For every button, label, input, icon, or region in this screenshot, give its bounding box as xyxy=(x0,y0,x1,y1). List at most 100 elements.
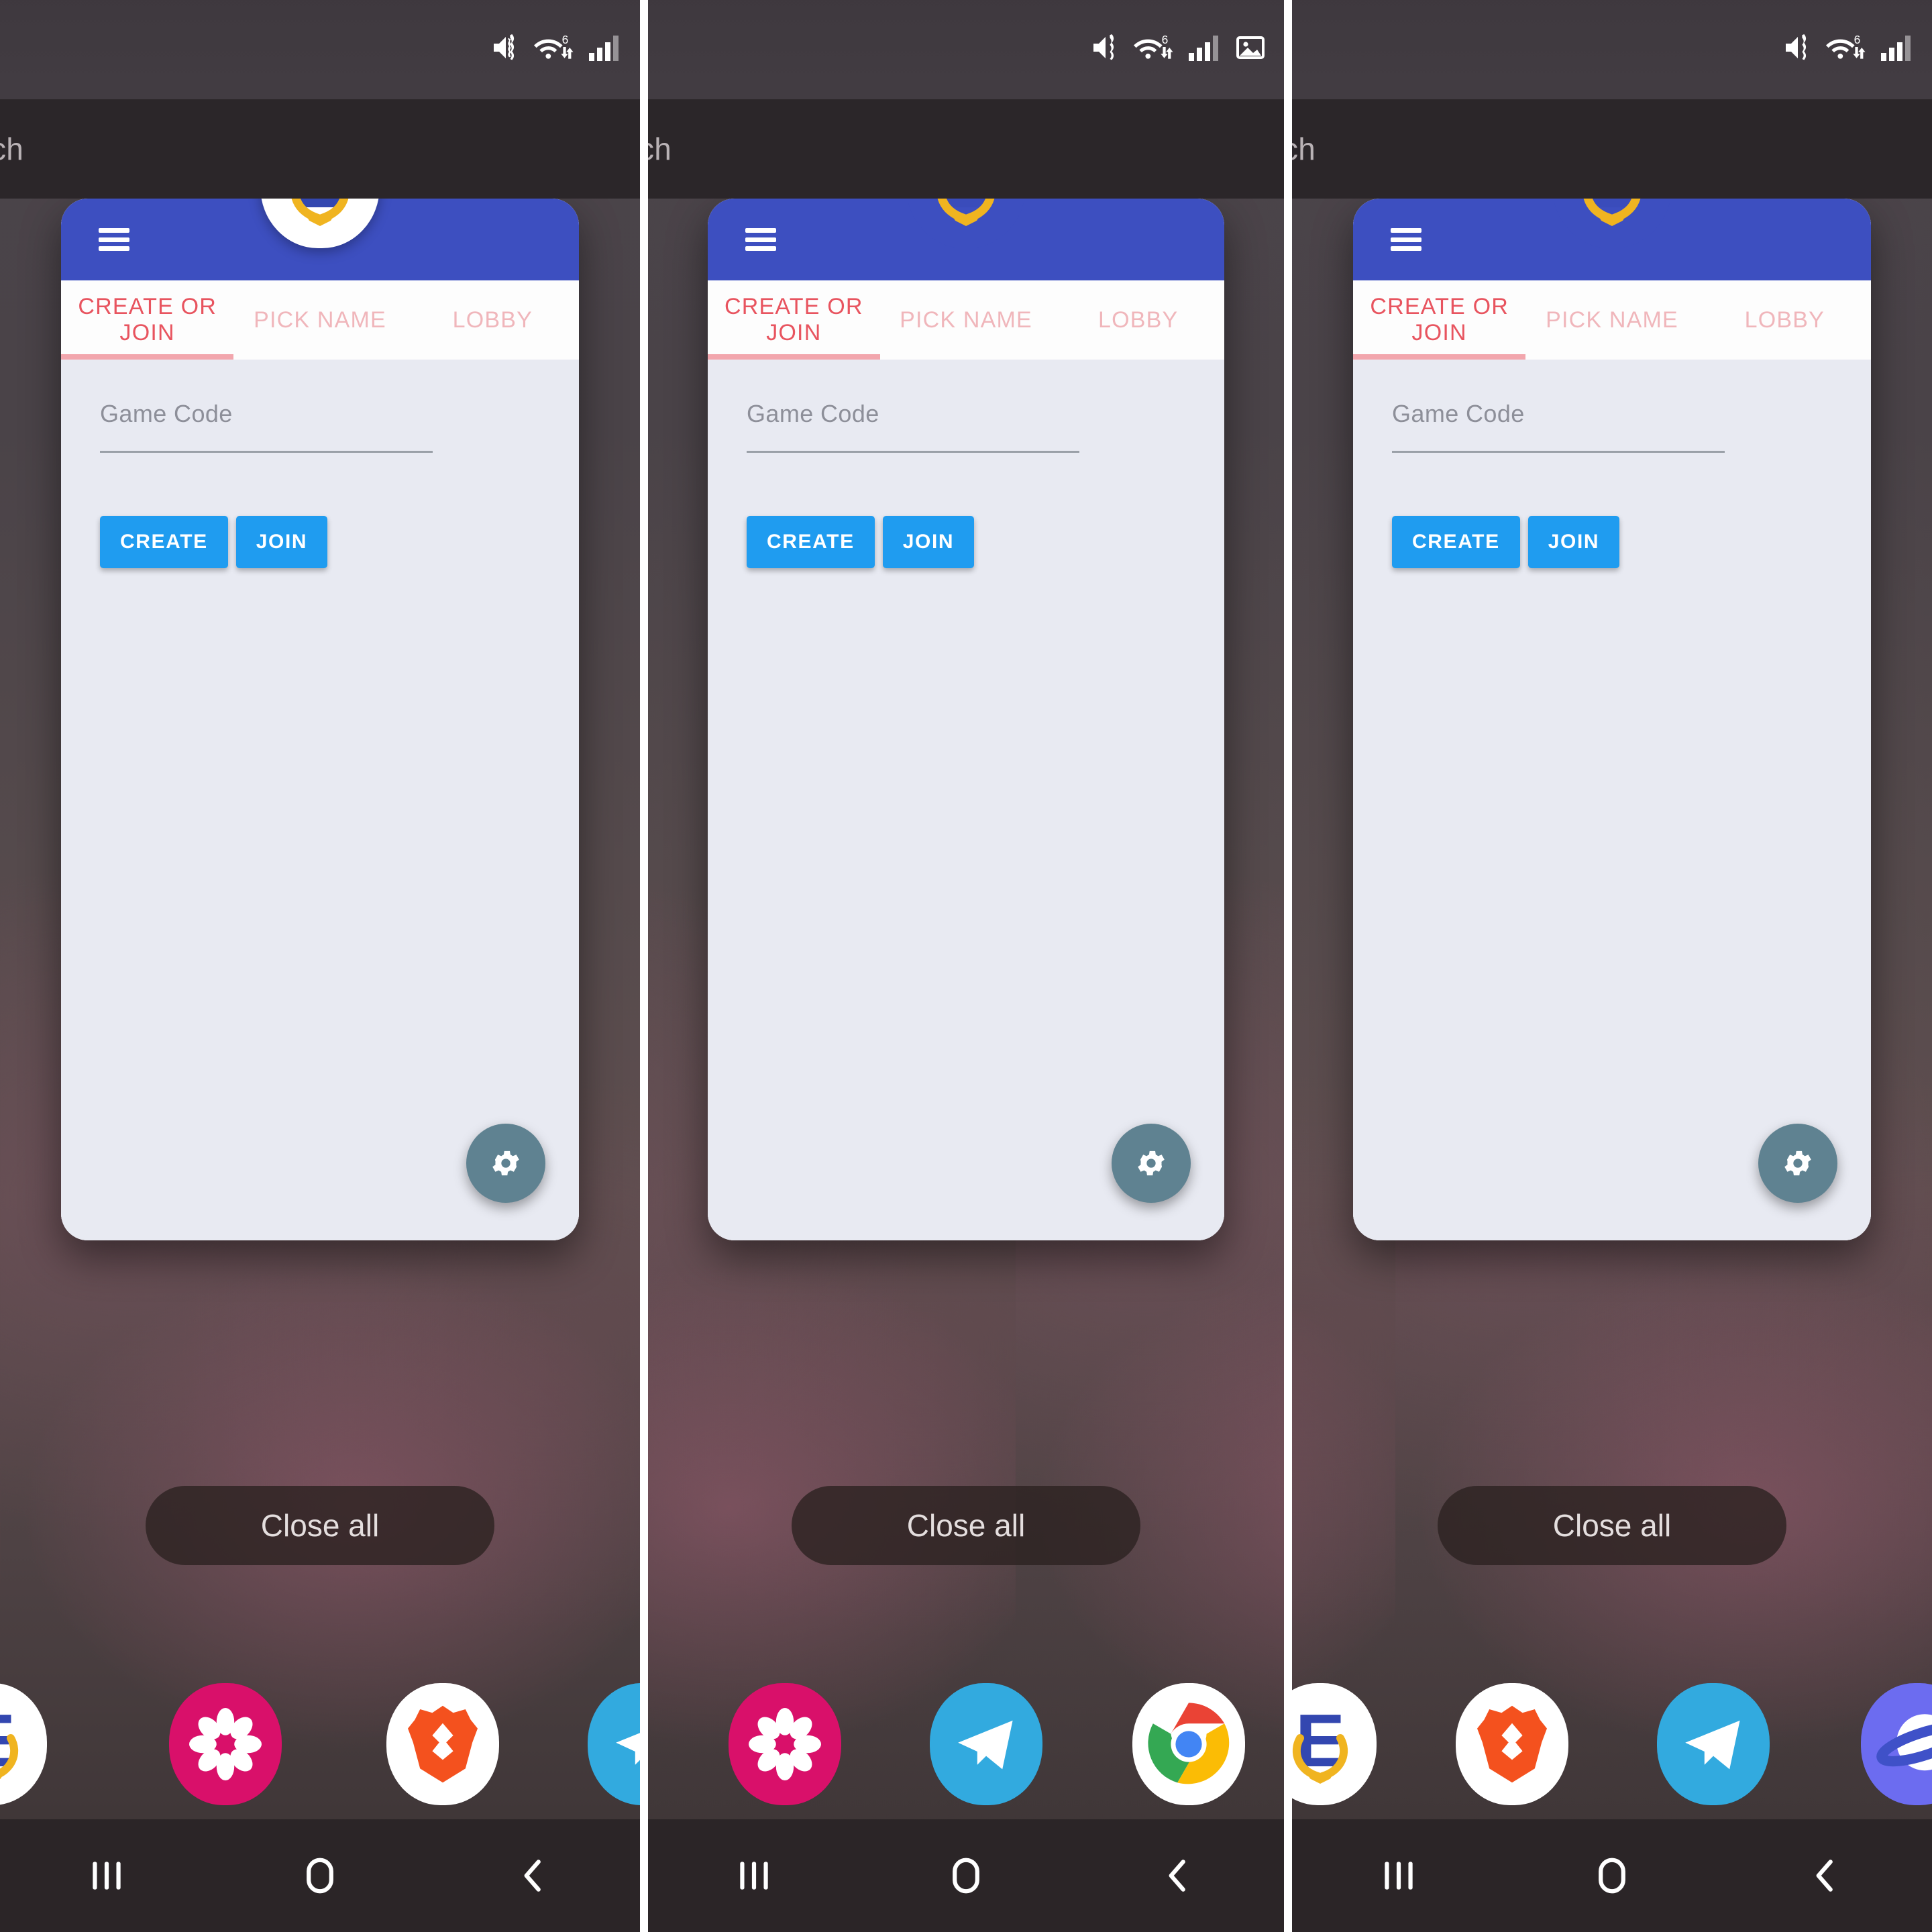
close-all-button[interactable]: Close all xyxy=(792,1486,1140,1565)
game-code-field[interactable]: Game Code xyxy=(100,400,540,453)
navigation-bar xyxy=(647,1819,1285,1932)
gear-icon xyxy=(1138,1150,1165,1176)
join-button[interactable]: JOIN xyxy=(1527,516,1620,568)
gallery-flower-icon xyxy=(189,1708,262,1780)
tab-indicator xyxy=(61,354,234,360)
settings-fab[interactable] xyxy=(1112,1124,1191,1203)
close-all-button[interactable]: Close all xyxy=(1438,1486,1786,1565)
brave-lion-icon xyxy=(1477,1705,1547,1783)
game-code-field[interactable]: Game Code xyxy=(747,400,1185,453)
settings-fab[interactable] xyxy=(1758,1124,1837,1203)
dock-2 xyxy=(648,1647,1284,1841)
app-card[interactable]: E CREATE OR JOIN PICK NAME LOB xyxy=(1353,119,1871,1240)
dock-icon-telegram[interactable] xyxy=(588,1683,641,1805)
hamburger-menu-icon[interactable] xyxy=(745,228,776,251)
wifi-6-icon: 6 xyxy=(534,33,574,59)
tab-indicator xyxy=(1353,354,1526,360)
back-icon xyxy=(1816,1860,1833,1892)
tab-pick-name[interactable]: PICK NAME xyxy=(233,307,406,333)
tab-create-or-join[interactable]: CREATE OR JOIN xyxy=(61,294,233,346)
dock-icon-e-laurel[interactable]: E xyxy=(0,1683,47,1805)
dock-icon-gallery-flower[interactable] xyxy=(169,1683,282,1805)
game-code-underline xyxy=(747,451,1079,453)
app-switcher-search-strip[interactable]: ch xyxy=(647,99,1285,199)
recents-screen: 6 ch E xyxy=(0,0,1932,1932)
game-code-field[interactable]: Game Code xyxy=(1392,400,1832,453)
tab-pick-name[interactable]: PICK NAME xyxy=(880,307,1053,333)
telegram-icon xyxy=(1685,1720,1740,1770)
home-button[interactable] xyxy=(1552,1835,1672,1916)
back-icon xyxy=(1169,1860,1185,1892)
dock-icon-e-laurel[interactable]: E xyxy=(1291,1683,1377,1805)
tab-bar: CREATE OR JOIN PICK NAME LOBBY xyxy=(1353,280,1871,360)
svg-text:6: 6 xyxy=(1162,33,1169,46)
recents-button[interactable] xyxy=(46,1835,167,1916)
recents-button[interactable] xyxy=(1338,1835,1459,1916)
tab-create-or-join[interactable]: CREATE OR JOIN xyxy=(1353,294,1525,346)
recents-button[interactable] xyxy=(694,1835,814,1916)
hamburger-menu-icon[interactable] xyxy=(99,228,130,251)
close-all-button[interactable]: Close all xyxy=(146,1486,495,1565)
game-code-label: Game Code xyxy=(1392,400,1525,427)
back-icon xyxy=(524,1860,541,1892)
search-label-partial: ch xyxy=(0,131,24,166)
tab-content: Game Code CREATE JOIN xyxy=(61,360,580,1240)
tab-pick-name[interactable]: PICK NAME xyxy=(1525,307,1698,333)
home-button[interactable] xyxy=(906,1835,1026,1916)
wifi-6-icon: 6 xyxy=(1826,33,1866,59)
app-card[interactable]: E CREATE OR JOIN xyxy=(61,119,580,1240)
navigation-bar xyxy=(1291,1819,1932,1932)
app-switcher-search-strip[interactable]: ch xyxy=(0,99,641,199)
game-code-underline xyxy=(100,451,433,453)
signal-bars-icon xyxy=(589,36,619,61)
join-button[interactable]: JOIN xyxy=(882,516,975,568)
mute-vibrate-icon xyxy=(1093,34,1114,60)
home-icon xyxy=(307,1858,333,1894)
svg-text:6: 6 xyxy=(562,33,569,46)
app-card[interactable]: E CREATE OR JOIN PICK NAME LOB xyxy=(708,119,1224,1240)
status-bar: 6 xyxy=(1291,0,1932,99)
dock-icon-brave[interactable] xyxy=(1455,1683,1568,1805)
search-label-partial: ch xyxy=(648,131,672,166)
settings-fab[interactable] xyxy=(466,1124,546,1203)
recents-icon xyxy=(740,1862,768,1890)
dock-1: E xyxy=(0,1647,641,1841)
create-button[interactable]: CREATE xyxy=(747,516,875,568)
app-card-wrap-1: E CREATE OR JOIN xyxy=(0,119,640,1240)
recents-panel-2: 6 ch xyxy=(647,0,1285,1932)
tab-indicator xyxy=(708,354,880,360)
svg-text:6: 6 xyxy=(1854,33,1861,46)
home-icon xyxy=(1599,1858,1625,1894)
join-button[interactable]: JOIN xyxy=(235,516,328,568)
hamburger-menu-icon[interactable] xyxy=(1391,228,1421,251)
app-switcher-search-strip[interactable]: ch xyxy=(1291,99,1932,199)
app-card-wrap-2: E CREATE OR JOIN PICK NAME LOB xyxy=(648,119,1284,1240)
dock-icon-telegram[interactable] xyxy=(929,1683,1042,1805)
dock-icon-chrome[interactable] xyxy=(1132,1683,1245,1805)
saturn-purple-icon xyxy=(1876,1714,1932,1771)
tab-content: Game Code CREATE JOIN xyxy=(1353,360,1871,1240)
telegram-icon xyxy=(616,1733,641,1765)
back-button[interactable] xyxy=(473,1835,594,1916)
back-button[interactable] xyxy=(1765,1835,1886,1916)
tab-lobby[interactable]: LOBBY xyxy=(1699,307,1871,333)
app-card-wrap-3: E CREATE OR JOIN PICK NAME LOB xyxy=(1292,119,1932,1240)
mute-vibrate-icon xyxy=(494,34,515,60)
recents-icon xyxy=(93,1862,121,1890)
mute-vibrate-icon xyxy=(1786,34,1807,60)
dock-3: E xyxy=(1291,1647,1932,1841)
dock-icon-saturn-purple[interactable] xyxy=(1860,1683,1932,1805)
dock-icon-gallery-flower[interactable] xyxy=(728,1683,841,1805)
create-button[interactable]: CREATE xyxy=(100,516,228,568)
tab-create-or-join[interactable]: CREATE OR JOIN xyxy=(708,294,880,346)
back-button[interactable] xyxy=(1118,1835,1238,1916)
home-button[interactable] xyxy=(260,1835,380,1916)
dock-icon-brave[interactable] xyxy=(386,1683,499,1805)
brave-lion-icon xyxy=(408,1705,478,1783)
dock-icon-telegram[interactable] xyxy=(1656,1683,1770,1805)
status-bar: 6 xyxy=(647,0,1285,99)
tab-lobby[interactable]: LOBBY xyxy=(1052,307,1224,333)
create-button[interactable]: CREATE xyxy=(1392,516,1520,568)
panel-divider-2 xyxy=(1284,0,1292,1932)
tab-lobby[interactable]: LOBBY xyxy=(407,307,579,333)
